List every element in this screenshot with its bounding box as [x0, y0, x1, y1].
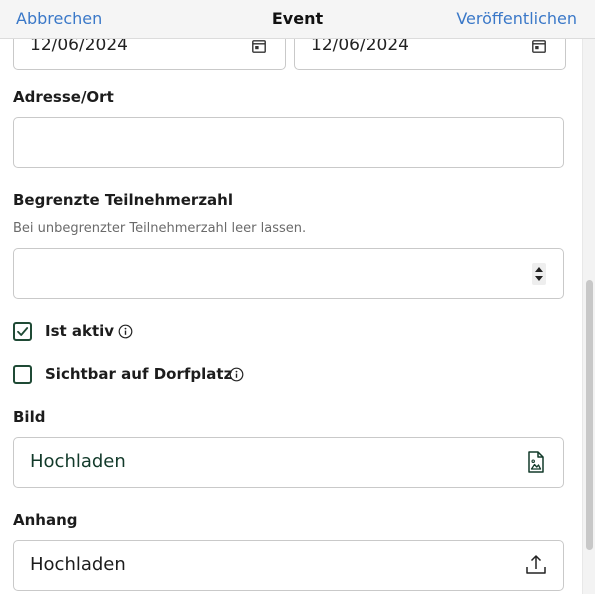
active-checkbox[interactable]: [13, 322, 32, 341]
attachment-label: Anhang: [13, 511, 78, 529]
event-form: 12/06/2024 12/06/2024 Adresse/Ort Begren…: [0, 0, 582, 594]
participants-hint: Bei unbegrenzter Teilnehmerzahl leer las…: [13, 221, 307, 236]
active-label: Ist aktiv: [45, 322, 115, 340]
address-input[interactable]: [13, 117, 564, 168]
visible-on-dorfplatz-checkbox[interactable]: [13, 365, 32, 384]
checkmark-icon: [17, 327, 29, 336]
participants-number-input[interactable]: [13, 248, 564, 299]
calendar-icon[interactable]: [532, 40, 546, 53]
image-upload-label: Hochladen: [30, 451, 126, 472]
attachment-upload-field[interactable]: Hochladen: [13, 540, 564, 591]
scrollbar[interactable]: [582, 38, 595, 594]
participants-label: Begrenzte Teilnehmerzahl: [13, 191, 233, 209]
info-circle-icon[interactable]: [229, 367, 244, 382]
address-label: Adresse/Ort: [13, 88, 114, 106]
image-file-icon[interactable]: [524, 450, 548, 474]
calendar-icon[interactable]: [252, 40, 266, 53]
top-navigation-bar: Abbrechen Event Veröffentlichen: [0, 0, 595, 39]
attachment-upload-label: Hochladen: [30, 554, 126, 575]
upload-tray-icon[interactable]: [524, 553, 548, 577]
info-circle-icon[interactable]: [118, 324, 133, 339]
image-label: Bild: [13, 408, 46, 426]
stepper-arrows-icon[interactable]: [532, 263, 546, 285]
publish-button[interactable]: Veröffentlichen: [456, 9, 577, 28]
scrollbar-thumb[interactable]: [586, 280, 593, 550]
visible-on-dorfplatz-label: Sichtbar auf Dorfplatz: [45, 365, 233, 383]
image-upload-field[interactable]: Hochladen: [13, 437, 564, 488]
